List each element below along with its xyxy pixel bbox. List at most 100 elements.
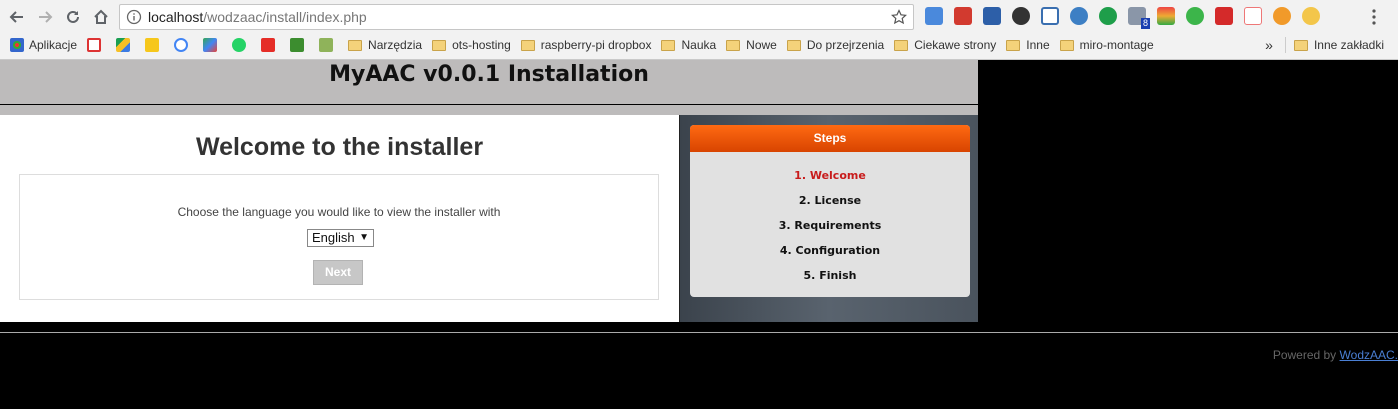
bookmark-label: Nowe bbox=[746, 38, 777, 52]
screenshot-icon[interactable] bbox=[1041, 7, 1059, 25]
bookmark-youtube[interactable] bbox=[261, 38, 280, 52]
translate-icon[interactable] bbox=[925, 7, 943, 25]
url-text[interactable]: localhost/wodzaac/install/index.php bbox=[148, 9, 367, 25]
reload-icon bbox=[67, 10, 79, 23]
weather-icon[interactable] bbox=[1302, 7, 1320, 25]
pushbullet-icon[interactable] bbox=[1099, 7, 1117, 25]
menu-icon[interactable] bbox=[1372, 9, 1376, 25]
share-icon[interactable] bbox=[1186, 7, 1204, 25]
bookmark-label: miro-montage bbox=[1079, 38, 1154, 52]
bookmark-label: Ciekawe strony bbox=[914, 38, 997, 52]
language-selected-value: English bbox=[312, 230, 355, 245]
folder-icon bbox=[726, 39, 741, 51]
step-welcome: 1. Welcome bbox=[794, 169, 866, 182]
google-icon bbox=[174, 38, 189, 52]
bookmark-drive[interactable] bbox=[116, 38, 135, 52]
download-icon[interactable] bbox=[983, 7, 1001, 25]
next-button[interactable]: Next bbox=[313, 260, 363, 285]
bookmark-folder-inne[interactable]: Inne bbox=[1006, 38, 1050, 52]
gear-icon[interactable] bbox=[1012, 7, 1030, 25]
bookmark-gmail[interactable] bbox=[87, 38, 106, 52]
drive-icon bbox=[116, 38, 131, 52]
powered-by-prefix: Powered by bbox=[1272, 348, 1337, 362]
whatsapp-icon bbox=[232, 38, 247, 52]
address-bar[interactable]: localhost/wodzaac/install/index.php bbox=[119, 4, 914, 30]
feed-icon[interactable]: 8 bbox=[1128, 7, 1150, 29]
folder-icon bbox=[786, 39, 801, 51]
folder-icon bbox=[1059, 39, 1074, 51]
language-select[interactable]: English ▼ bbox=[307, 229, 374, 247]
page-title: MyAAC v0.0.1 Installation bbox=[329, 62, 649, 87]
bookmark-label: ots-hosting bbox=[452, 38, 511, 52]
bookmark-folder-nowe[interactable]: Nowe bbox=[726, 38, 777, 52]
bookmark-label: Inne zakładki bbox=[1313, 38, 1384, 52]
youtube-icon bbox=[261, 38, 276, 52]
bookmark-whatsapp[interactable] bbox=[232, 38, 251, 52]
bookmark-evernote[interactable] bbox=[319, 38, 338, 52]
bookmark-apps[interactable]: Aplikacje bbox=[10, 38, 77, 52]
folder-icon bbox=[348, 39, 363, 51]
welcome-heading: Welcome to the installer bbox=[195, 133, 484, 161]
feedly-icon bbox=[290, 38, 305, 52]
extensions-bar: 8 bbox=[920, 6, 1326, 29]
cloud-icon[interactable] bbox=[1070, 7, 1088, 25]
bookmark-folder-narzedzia[interactable]: Narzędzia bbox=[348, 38, 422, 52]
gmail-icon bbox=[87, 38, 102, 52]
bookmark-google[interactable] bbox=[174, 38, 193, 52]
home-icon bbox=[94, 9, 108, 24]
bookmark-label: Nauka bbox=[681, 38, 717, 52]
step-configuration: 4. Configuration bbox=[779, 244, 881, 257]
pdf-icon[interactable] bbox=[1215, 7, 1233, 25]
step-license: 2. License bbox=[798, 194, 862, 207]
language-prompt: Choose the language you would like to vi… bbox=[177, 205, 501, 219]
info-icon[interactable] bbox=[126, 9, 142, 25]
bookmark-label: Aplikacje bbox=[29, 38, 78, 52]
evernote-icon bbox=[319, 38, 334, 52]
page-content: MyAAC v0.0.1 Installation Welcome to the… bbox=[0, 60, 1398, 409]
lastpass-icon[interactable] bbox=[954, 7, 972, 25]
bookmark-maps[interactable] bbox=[203, 38, 222, 52]
colorzilla-icon[interactable] bbox=[1157, 7, 1175, 25]
url-host: localhost bbox=[148, 9, 204, 25]
bookmark-other-bookmarks[interactable]: Inne zakładki bbox=[1293, 38, 1384, 52]
bookmark-folder-nauka[interactable]: Nauka bbox=[661, 38, 716, 52]
keep-icon bbox=[145, 38, 160, 52]
bookmark-folder-ots-hosting[interactable]: ots-hosting bbox=[432, 38, 511, 52]
apps-icon bbox=[10, 38, 24, 52]
forward-button[interactable] bbox=[34, 6, 56, 28]
extension-badge: 8 bbox=[1140, 18, 1150, 29]
folder-icon bbox=[432, 39, 447, 51]
caret-down-icon: ▼ bbox=[359, 232, 369, 243]
step-finish: 5. Finish bbox=[803, 269, 857, 282]
folder-icon bbox=[1006, 39, 1021, 51]
star-icon[interactable] bbox=[891, 9, 907, 25]
bookmark-label: raspberry-pi dropbox bbox=[540, 38, 652, 52]
url-path: /wodzaac/install/index.php bbox=[203, 9, 367, 25]
bookmark-folder-miro-montage[interactable]: miro-montage bbox=[1059, 38, 1154, 52]
folder-icon bbox=[661, 39, 676, 51]
reload-button[interactable] bbox=[62, 6, 84, 28]
folder-icon bbox=[1293, 39, 1308, 51]
bookmarks-overflow-button[interactable]: » bbox=[1265, 37, 1273, 53]
note-icon[interactable] bbox=[1244, 7, 1262, 25]
powered-by-link[interactable]: WodzAAC. bbox=[1340, 348, 1398, 362]
bookmark-folder-do-przejrzenia[interactable]: Do przejrzenia bbox=[786, 38, 884, 52]
powered-by: Powered by WodzAAC. bbox=[1273, 348, 1398, 362]
bookmark-folder-raspberry[interactable]: raspberry-pi dropbox bbox=[520, 38, 652, 52]
bookmarks-bar: Aplikacje Narzędzia ots-hosting raspberr… bbox=[0, 34, 1398, 56]
bookmark-label: Narzędzia bbox=[368, 38, 423, 52]
back-button[interactable] bbox=[6, 6, 28, 28]
fruit-icon[interactable] bbox=[1273, 7, 1291, 25]
steps-sidebar: Steps 1. Welcome 2. License 3. Requireme… bbox=[679, 115, 978, 322]
steps-box: Steps 1. Welcome 2. License 3. Requireme… bbox=[690, 125, 970, 297]
home-button[interactable] bbox=[90, 6, 112, 28]
folder-icon bbox=[894, 39, 909, 51]
arrow-left-icon bbox=[9, 11, 23, 23]
page-header: MyAAC v0.0.1 Installation bbox=[0, 60, 978, 104]
bookmark-keep[interactable] bbox=[145, 38, 164, 52]
header-divider bbox=[0, 105, 978, 115]
bookmark-feedly[interactable] bbox=[290, 38, 309, 52]
bookmarks-divider bbox=[1284, 37, 1286, 53]
bookmark-folder-ciekawe-strony[interactable]: Ciekawe strony bbox=[894, 38, 996, 52]
language-panel: Choose the language you would like to vi… bbox=[19, 174, 659, 300]
